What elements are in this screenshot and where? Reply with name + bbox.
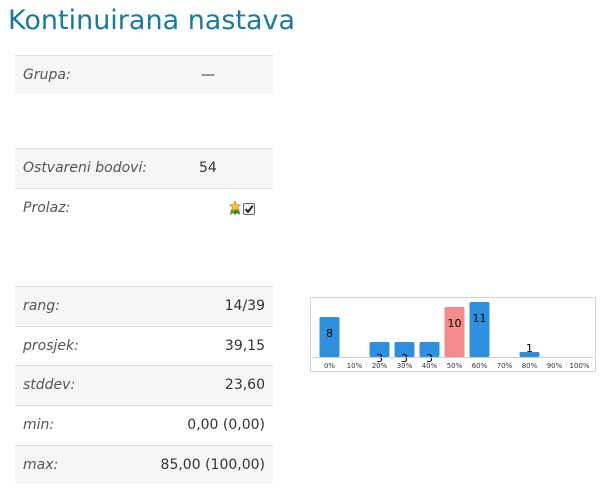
rank-row: rang: 14/39	[15, 286, 273, 325]
points-row: Ostvareni bodovi: 54	[15, 148, 273, 187]
histogram-tick-40%: 40%	[422, 362, 438, 370]
points-value: 54	[199, 160, 217, 176]
group-label: Grupa:	[23, 67, 71, 83]
histogram-value-0%: 8	[326, 327, 333, 340]
histogram-svg: 80% 10%320%330%340%1050%1160% 70%180% 90% 10…	[313, 302, 593, 370]
max-row: max: 85,00 (100,00)	[15, 445, 273, 484]
pass-label: Prolaz:	[23, 200, 71, 216]
score-histogram: 8 0% 10% 3 20% 3 30% 3 40% 10 50% 11 60% 70% 1 80% 90% 10…	[310, 297, 596, 372]
histogram-tick-80%: 80%	[522, 362, 538, 370]
histogram-bar-60%	[469, 302, 490, 357]
histogram-tick-100%: 100%	[569, 362, 589, 370]
stddev-label: stddev:	[23, 377, 76, 393]
histogram-tick-0%: 0%	[324, 362, 335, 370]
histogram-tick-50%: 50%	[447, 362, 463, 370]
mean-value: 39,15	[224, 338, 265, 354]
page-title: Kontinuirana nastava	[8, 5, 296, 36]
mean-label: prosjek:	[23, 338, 79, 354]
histogram-tick-70%: 70%	[497, 362, 513, 370]
histogram-tick-90%: 90%	[547, 362, 563, 370]
min-value: 0,00 (0,00)	[187, 417, 265, 433]
rank-value: 14/39	[224, 298, 265, 314]
histogram-value-80%: 1	[526, 342, 533, 355]
max-value: 85,00 (100,00)	[160, 457, 265, 473]
checkbox-checked-icon	[243, 203, 255, 215]
certificate-icon	[228, 200, 242, 220]
points-label: Ostvareni bodovi:	[23, 160, 148, 176]
histogram-value-50%: 10	[448, 317, 462, 330]
histogram-tick-60%: 60%	[472, 362, 488, 370]
stddev-value: 23,60	[224, 377, 265, 393]
min-row: min: 0,00 (0,00)	[15, 405, 273, 444]
group-value: —	[201, 67, 215, 83]
min-label: min:	[23, 417, 55, 433]
pass-row: Prolaz:	[15, 188, 273, 227]
histogram-tick-30%: 30%	[397, 362, 413, 370]
histogram-tick-10%: 10%	[347, 362, 363, 370]
histogram-tick-20%: 20%	[372, 362, 388, 370]
histogram-value-60%: 11	[473, 312, 487, 325]
group-row: Grupa: —	[15, 55, 273, 94]
stddev-row: stddev: 23,60	[15, 365, 273, 404]
histogram-bar-50%	[444, 307, 465, 357]
max-label: max:	[23, 457, 59, 473]
rank-label: rang:	[23, 298, 60, 314]
mean-row: prosjek: 39,15	[15, 326, 273, 365]
